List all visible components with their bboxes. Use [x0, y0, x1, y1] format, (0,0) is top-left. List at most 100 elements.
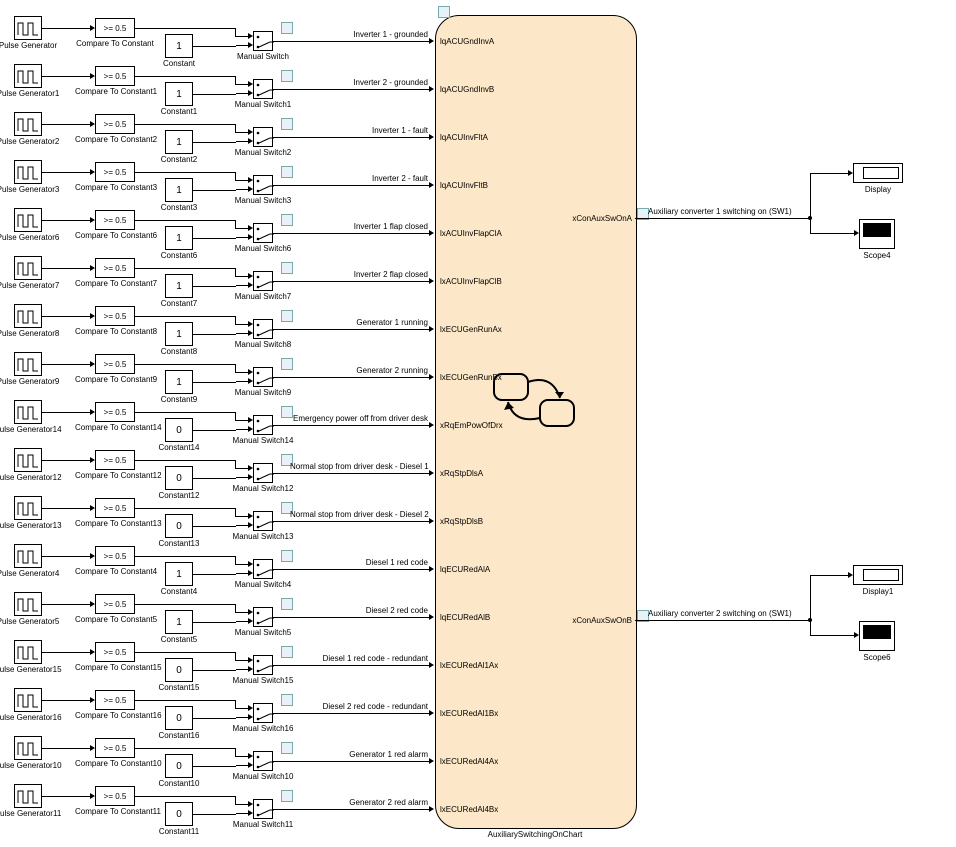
compare-to-constant-block[interactable]: >= 0.5 [95, 114, 135, 134]
manual-switch-block[interactable] [253, 271, 273, 291]
pulse-icon [15, 17, 43, 41]
constant-block[interactable]: 0 [165, 418, 193, 442]
compare-to-constant-block[interactable]: >= 0.5 [95, 642, 135, 662]
manual-switch-block[interactable] [253, 79, 273, 99]
input-port-label: lqACUGndInvA [440, 37, 494, 46]
compare-to-constant-block[interactable]: >= 0.5 [95, 690, 135, 710]
pulse-generator-block[interactable] [14, 112, 42, 136]
signal-label: Inverter 2 - grounded [290, 78, 428, 87]
manual-switch-block[interactable] [253, 751, 273, 771]
compare-to-constant-block[interactable]: >= 0.5 [95, 402, 135, 422]
constant-label: Constant5 [150, 635, 208, 644]
compare-to-constant-block[interactable]: >= 0.5 [95, 498, 135, 518]
constant-block[interactable]: 0 [165, 658, 193, 682]
pulse-generator-block[interactable] [14, 64, 42, 88]
pulse-generator-block[interactable] [14, 592, 42, 616]
manual-switch-block[interactable] [253, 655, 273, 675]
manual-switch-label: Manual Switch16 [228, 724, 298, 733]
signal-label: Inverter 2 - fault [290, 174, 428, 183]
manual-switch-block[interactable] [253, 319, 273, 339]
manual-switch-block[interactable] [253, 511, 273, 531]
pulse-generator-block[interactable] [14, 352, 42, 376]
scope-block[interactable] [859, 219, 895, 249]
pulse-generator-block[interactable] [14, 208, 42, 232]
constant-block[interactable]: 1 [165, 562, 193, 586]
compare-to-constant-block[interactable]: >= 0.5 [95, 546, 135, 566]
compare-to-constant-block[interactable]: >= 0.5 [95, 18, 135, 38]
constant-block[interactable]: 0 [165, 802, 193, 826]
compare-label: Compare To Constant11 [75, 807, 155, 816]
constant-block[interactable]: 1 [165, 34, 193, 58]
manual-switch-block[interactable] [253, 799, 273, 819]
constant-block[interactable]: 0 [165, 466, 193, 490]
compare-label: Compare To Constant2 [75, 135, 155, 144]
compare-to-constant-block[interactable]: >= 0.5 [95, 786, 135, 806]
compare-label: Compare To Constant14 [75, 423, 155, 432]
constant-block[interactable]: 1 [165, 178, 193, 202]
manual-switch-block[interactable] [253, 175, 273, 195]
scope-block[interactable] [859, 621, 895, 651]
pulse-generator-block[interactable] [14, 640, 42, 664]
pulse-generator-block[interactable] [14, 784, 42, 808]
compare-to-constant-block[interactable]: >= 0.5 [95, 66, 135, 86]
manual-switch-label: Manual Switch1 [228, 100, 298, 109]
constant-block[interactable]: 0 [165, 514, 193, 538]
constant-block[interactable]: 0 [165, 706, 193, 730]
manual-switch-block[interactable] [253, 463, 273, 483]
pulse-generator-block[interactable] [14, 160, 42, 184]
compare-to-constant-block[interactable]: >= 0.5 [95, 354, 135, 374]
constant-block[interactable]: 1 [165, 130, 193, 154]
compare-label: Compare To Constant10 [75, 759, 155, 768]
pulse-generator-block[interactable] [14, 688, 42, 712]
signal-label: Generator 2 red alarm [290, 798, 428, 807]
signal-label: Normal stop from driver desk - Diesel 1 [290, 462, 428, 471]
compare-label: Compare To Constant9 [75, 375, 155, 384]
input-port-label: lxECURedAl1Ax [440, 661, 498, 670]
pulse-generator-block[interactable] [14, 496, 42, 520]
pulse-generator-label: Pulse Generator14 [0, 425, 62, 434]
display-block[interactable] [853, 565, 903, 585]
manual-switch-block[interactable] [253, 703, 273, 723]
manual-switch-block[interactable] [253, 607, 273, 627]
constant-block[interactable]: 0 [165, 754, 193, 778]
compare-to-constant-block[interactable]: >= 0.5 [95, 738, 135, 758]
compare-label: Compare To Constant5 [75, 615, 155, 624]
signal-label: Diesel 2 red code [290, 606, 428, 615]
compare-label: Compare To Constant7 [75, 279, 155, 288]
constant-block[interactable]: 1 [165, 274, 193, 298]
pulse-generator-block[interactable] [14, 16, 42, 40]
compare-to-constant-block[interactable]: >= 0.5 [95, 162, 135, 182]
pulse-generator-block[interactable] [14, 448, 42, 472]
switch-icon [254, 272, 274, 292]
constant-label: Constant6 [150, 251, 208, 260]
compare-to-constant-block[interactable]: >= 0.5 [95, 306, 135, 326]
pulse-generator-block[interactable] [14, 256, 42, 280]
constant-label: Constant8 [150, 347, 208, 356]
pulse-generator-block[interactable] [14, 736, 42, 760]
pulse-icon [15, 161, 43, 185]
manual-switch-block[interactable] [253, 127, 273, 147]
constant-block[interactable]: 1 [165, 226, 193, 250]
constant-block[interactable]: 1 [165, 82, 193, 106]
manual-switch-block[interactable] [253, 31, 273, 51]
constant-label: Constant2 [150, 155, 208, 164]
manual-switch-block[interactable] [253, 415, 273, 435]
manual-switch-block[interactable] [253, 367, 273, 387]
display-block[interactable] [853, 163, 903, 183]
compare-to-constant-block[interactable]: >= 0.5 [95, 594, 135, 614]
constant-block[interactable]: 1 [165, 610, 193, 634]
constant-block[interactable]: 1 [165, 322, 193, 346]
pulse-generator-block[interactable] [14, 304, 42, 328]
compare-to-constant-block[interactable]: >= 0.5 [95, 258, 135, 278]
manual-switch-label: Manual Switch13 [228, 532, 298, 541]
manual-switch-block[interactable] [253, 559, 273, 579]
constant-block[interactable]: 1 [165, 370, 193, 394]
compare-to-constant-block[interactable]: >= 0.5 [95, 450, 135, 470]
pulse-generator-block[interactable] [14, 544, 42, 568]
signal-label: Generator 2 running [290, 366, 428, 375]
pulse-icon [15, 641, 43, 665]
manual-switch-block[interactable] [253, 223, 273, 243]
compare-to-constant-block[interactable]: >= 0.5 [95, 210, 135, 230]
pulse-generator-block[interactable] [14, 400, 42, 424]
pulse-icon [15, 401, 43, 425]
